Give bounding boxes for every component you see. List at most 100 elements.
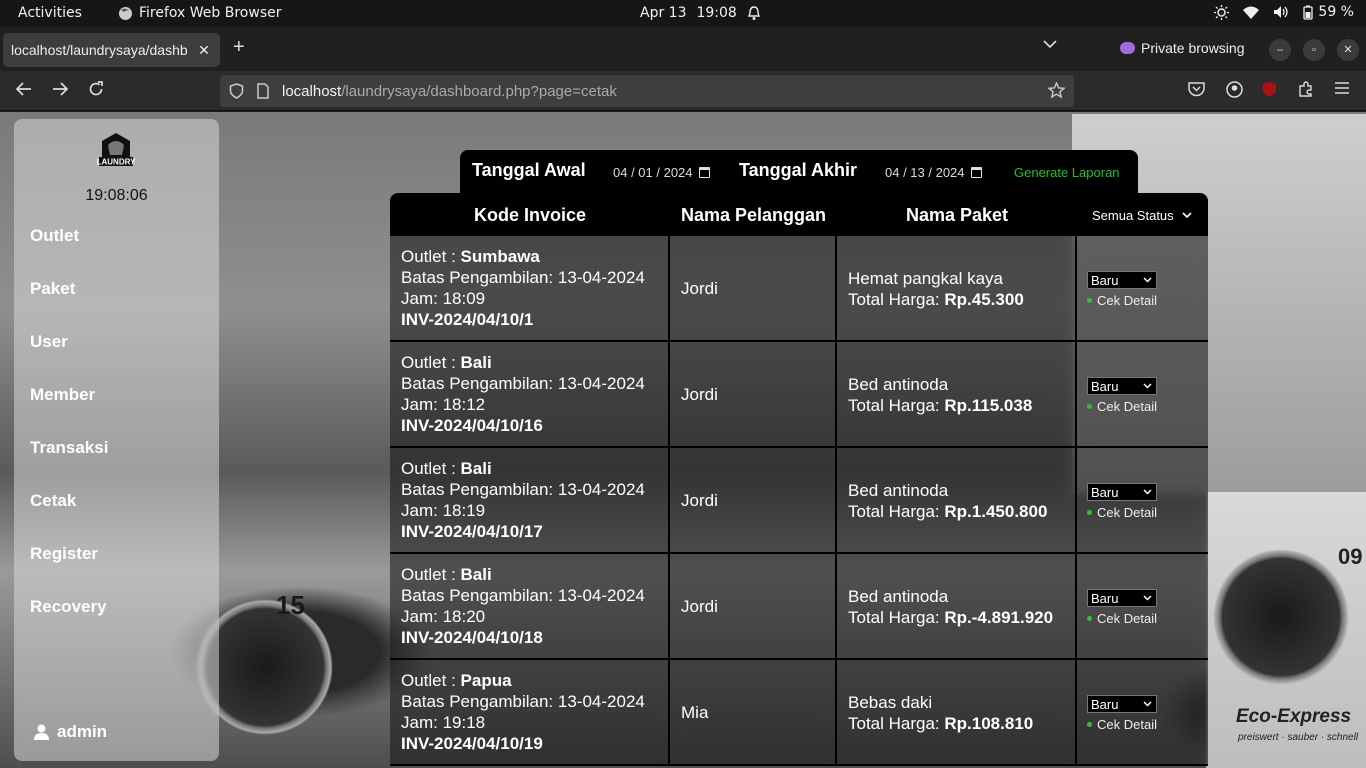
sidebar-item-outlet[interactable]: Outlet	[30, 226, 79, 246]
detail-link[interactable]: Cek Detail	[1087, 717, 1208, 732]
end-date-value: 04 / 13 / 2024	[885, 165, 965, 180]
bookmark-star-icon[interactable]	[1048, 82, 1065, 99]
detail-link[interactable]: Cek Detail	[1087, 399, 1208, 414]
background-brand-sub: preiswert · sauber · schnell	[1238, 732, 1359, 743]
time-prefix: Jam:	[401, 713, 443, 732]
detail-link[interactable]: Cek Detail	[1087, 611, 1208, 626]
status-select[interactable]: Baru	[1087, 377, 1157, 395]
start-date-label: Tanggal Awal	[472, 160, 586, 180]
status-select[interactable]: Baru	[1087, 271, 1157, 289]
report-filter-bar: Tanggal Awal 04 / 01 / 2024 Tanggal Akhi…	[460, 150, 1138, 196]
invoice-cell: Outlet : Bali Batas Pengambilan: 13-04-2…	[390, 554, 670, 660]
table-header: Kode Invoice Nama Pelanggan Nama Paket S…	[390, 193, 1208, 236]
detail-link[interactable]: Cek Detail	[1087, 505, 1208, 520]
invoice-cell: Outlet : Sumbawa Batas Pengambilan: 13-0…	[390, 236, 670, 342]
sidebar-item-transaksi[interactable]: Transaksi	[30, 438, 108, 458]
package-name: Bebas daki	[848, 693, 933, 712]
end-date-input[interactable]: 04 / 13 / 2024	[885, 165, 982, 180]
package-cell: Bebas daki Total Harga: Rp.108.810	[837, 660, 1077, 766]
user-profile[interactable]: admin	[34, 722, 107, 742]
order-time: 18:09	[442, 289, 486, 308]
logo-text: LAUNDRY	[97, 158, 136, 167]
package-cell: Bed antinoda Total Harga: Rp.-4.891.920	[837, 554, 1077, 660]
account-icon[interactable]	[1226, 81, 1243, 98]
calendar-icon[interactable]	[698, 167, 710, 178]
header-package: Nama Paket	[905, 205, 1009, 225]
sidebar-item-recovery[interactable]: Recovery	[30, 597, 107, 617]
invoice-code: INV-2024/04/10/17	[401, 522, 543, 541]
maximize-icon[interactable]: ▫	[1303, 39, 1325, 61]
app-menu[interactable]: Firefox Web Browser	[118, 5, 282, 21]
pickup-date: 13-04-2024	[557, 586, 645, 605]
system-clock[interactable]: Apr 13 19:08	[640, 5, 761, 21]
pickup-date: 13-04-2024	[557, 692, 645, 711]
sidebar-item-paket[interactable]: Paket	[30, 279, 75, 299]
chevron-down-icon	[1143, 595, 1152, 601]
invoice-cell: Outlet : Bali Batas Pengambilan: 13-04-2…	[390, 342, 670, 448]
package-name: Bed antinoda	[848, 587, 949, 606]
invoice-table: Kode Invoice Nama Pelanggan Nama Paket S…	[390, 193, 1208, 768]
tab-title: localhost/laundrysaya/dashb	[11, 42, 188, 58]
wifi-icon	[1243, 6, 1260, 19]
ublock-icon[interactable]	[1262, 81, 1277, 98]
status-select[interactable]: Baru	[1087, 695, 1157, 713]
package-cell: Bed antinoda Total Harga: Rp.1.450.800	[837, 448, 1077, 554]
sidebar-item-register[interactable]: Register	[30, 544, 98, 564]
page-info-icon[interactable]	[257, 83, 269, 99]
table-row: Outlet : Bali Batas Pengambilan: 13-04-2…	[390, 448, 1208, 554]
end-date-label: Tanggal Akhir	[739, 160, 858, 180]
clock-time: 19:08	[696, 5, 737, 21]
status-value: Baru	[1091, 272, 1119, 288]
tab-close-icon[interactable]: ✕	[196, 42, 212, 59]
minimize-icon[interactable]: –	[1269, 39, 1291, 61]
chevron-down-icon	[1143, 383, 1152, 389]
background-machine-number: 09	[1338, 544, 1363, 569]
pickup-prefix: Batas Pengambilan:	[401, 374, 558, 393]
shield-icon[interactable]	[229, 83, 244, 99]
system-tray[interactable]: 59 %	[1214, 4, 1354, 20]
address-bar[interactable]: localhost/laundrysaya/dashboard.php?page…	[220, 75, 1074, 107]
new-tab-button[interactable]: +	[233, 36, 245, 59]
pickup-prefix: Batas Pengambilan:	[401, 480, 558, 499]
order-time: 18:12	[442, 395, 486, 414]
list-all-tabs-icon[interactable]	[1043, 39, 1057, 49]
generate-report-button[interactable]: Generate Laporan	[1014, 165, 1120, 180]
status-filter-value: Semua Status	[1092, 208, 1174, 223]
bullet-icon	[1087, 616, 1092, 621]
reload-icon[interactable]	[88, 81, 104, 97]
outlet-name: Papua	[460, 671, 512, 690]
bullet-icon	[1087, 404, 1092, 409]
activities-button[interactable]: Activities	[18, 5, 82, 21]
total-price: Rp.1.450.800	[944, 502, 1048, 521]
back-icon[interactable]	[15, 81, 33, 97]
forward-icon[interactable]	[51, 81, 69, 97]
extensions-icon[interactable]	[1298, 81, 1314, 97]
hamburger-menu-icon[interactable]	[1334, 81, 1350, 95]
package-name: Hemat pangkal kaya	[848, 269, 1003, 288]
status-filter-dropdown[interactable]: Semua Status	[1092, 208, 1192, 223]
sidebar-item-cetak[interactable]: Cetak	[30, 491, 76, 511]
pickup-date: 13-04-2024	[557, 268, 645, 287]
detail-link[interactable]: Cek Detail	[1087, 293, 1208, 308]
total-prefix: Total Harga:	[848, 714, 945, 733]
package-name: Bed antinoda	[848, 375, 949, 394]
sidebar-item-user[interactable]: User	[30, 332, 68, 352]
pocket-icon[interactable]	[1188, 81, 1205, 97]
close-window-icon[interactable]: ✕	[1337, 39, 1359, 61]
browser-tab-active[interactable]: localhost/laundrysaya/dashb ✕	[3, 33, 220, 67]
volume-icon	[1274, 6, 1289, 18]
calendar-icon[interactable]	[970, 167, 982, 178]
outlet-name: Bali	[460, 565, 492, 584]
table-row: Outlet : Papua Batas Pengambilan: 13-04-…	[390, 660, 1208, 766]
chevron-down-icon	[1182, 212, 1192, 219]
start-date-input[interactable]: 04 / 01 / 2024	[613, 165, 710, 180]
sidebar-item-member[interactable]: Member	[30, 385, 95, 405]
status-select[interactable]: Baru	[1087, 589, 1157, 607]
total-price: Rp.45.300	[944, 290, 1024, 309]
detail-label: Cek Detail	[1097, 399, 1157, 414]
browser-nav-bar: localhost/laundrysaya/dashboard.php?page…	[0, 71, 1366, 111]
header-invoice: Kode Invoice	[473, 205, 587, 225]
app-name: Firefox Web Browser	[139, 5, 282, 21]
status-select[interactable]: Baru	[1087, 483, 1157, 501]
outlet-prefix: Outlet :	[401, 459, 461, 478]
